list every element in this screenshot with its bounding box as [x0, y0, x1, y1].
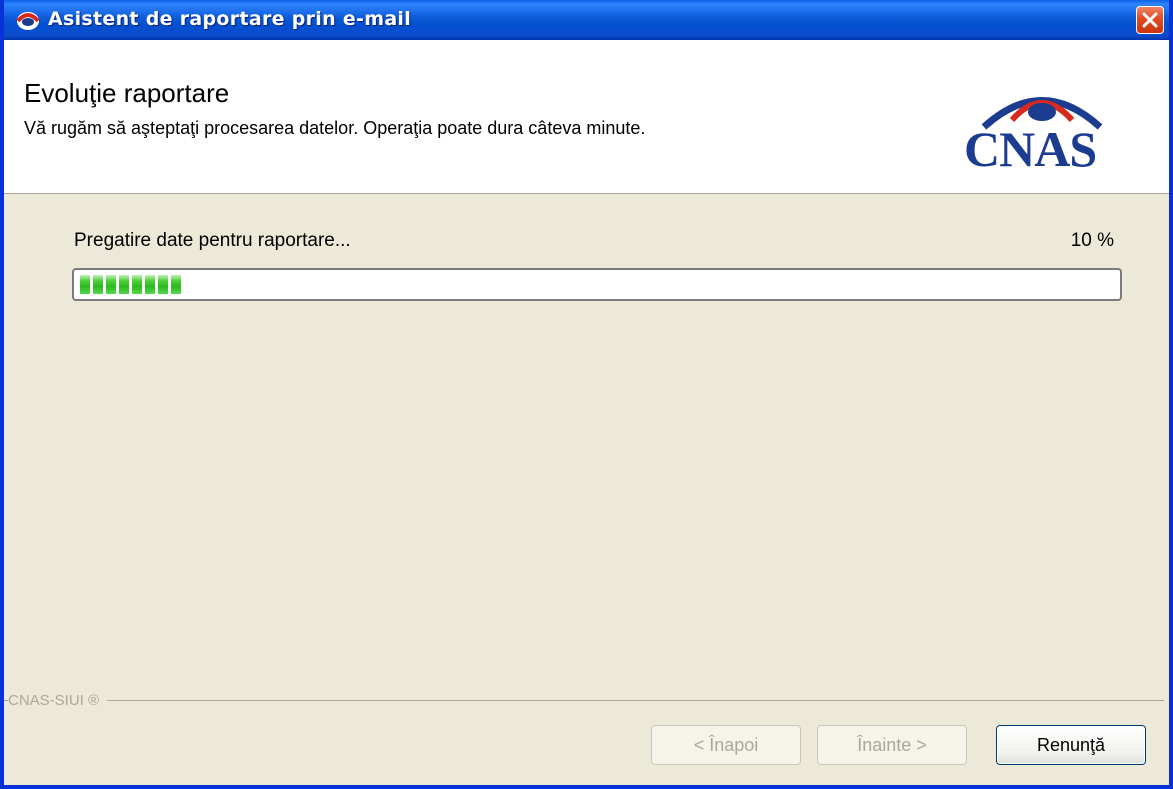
- progress-segment: [119, 275, 129, 294]
- brand-divider: CNAS-SIUI ®: [4, 692, 1169, 709]
- window-title: Asistent de raportare prin e-mail: [48, 8, 412, 30]
- close-button[interactable]: [1136, 6, 1164, 34]
- progress-bar: [72, 268, 1122, 301]
- progress-segment: [171, 275, 181, 294]
- progress-percent: 10 %: [1070, 230, 1114, 251]
- progress-segment: [132, 275, 142, 294]
- progress-segment: [145, 275, 155, 294]
- page-title: Evoluţie raportare: [24, 78, 230, 108]
- brand-label: CNAS-SIUI ®: [8, 692, 108, 709]
- close-icon: [1142, 12, 1158, 28]
- next-button[interactable]: Înainte >: [817, 725, 967, 765]
- progress-segment: [158, 275, 168, 294]
- back-button[interactable]: < Înapoi: [651, 725, 801, 765]
- progress-segment: [106, 275, 116, 294]
- progress-fill: [80, 275, 196, 294]
- page-subtitle: Vă rugăm să aşteptaţi procesarea datelor…: [24, 118, 646, 138]
- title-bar[interactable]: Asistent de raportare prin e-mail: [4, 0, 1169, 40]
- divider-line: [4, 700, 1164, 701]
- cnas-logo: CNAS: [964, 82, 1132, 177]
- logo-text: CNAS: [964, 121, 1097, 177]
- wizard-window: Asistent de raportare prin e-mail Evoluţ…: [0, 0, 1173, 789]
- progress-segment: [93, 275, 103, 294]
- cancel-button[interactable]: Renunţă: [996, 725, 1146, 765]
- wizard-header: Evoluţie raportare Vă rugăm să aşteptaţi…: [4, 40, 1169, 194]
- cnas-app-icon: [16, 9, 40, 31]
- progress-segment: [80, 275, 90, 294]
- progress-status: Pregatire date pentru raportare...: [74, 230, 351, 251]
